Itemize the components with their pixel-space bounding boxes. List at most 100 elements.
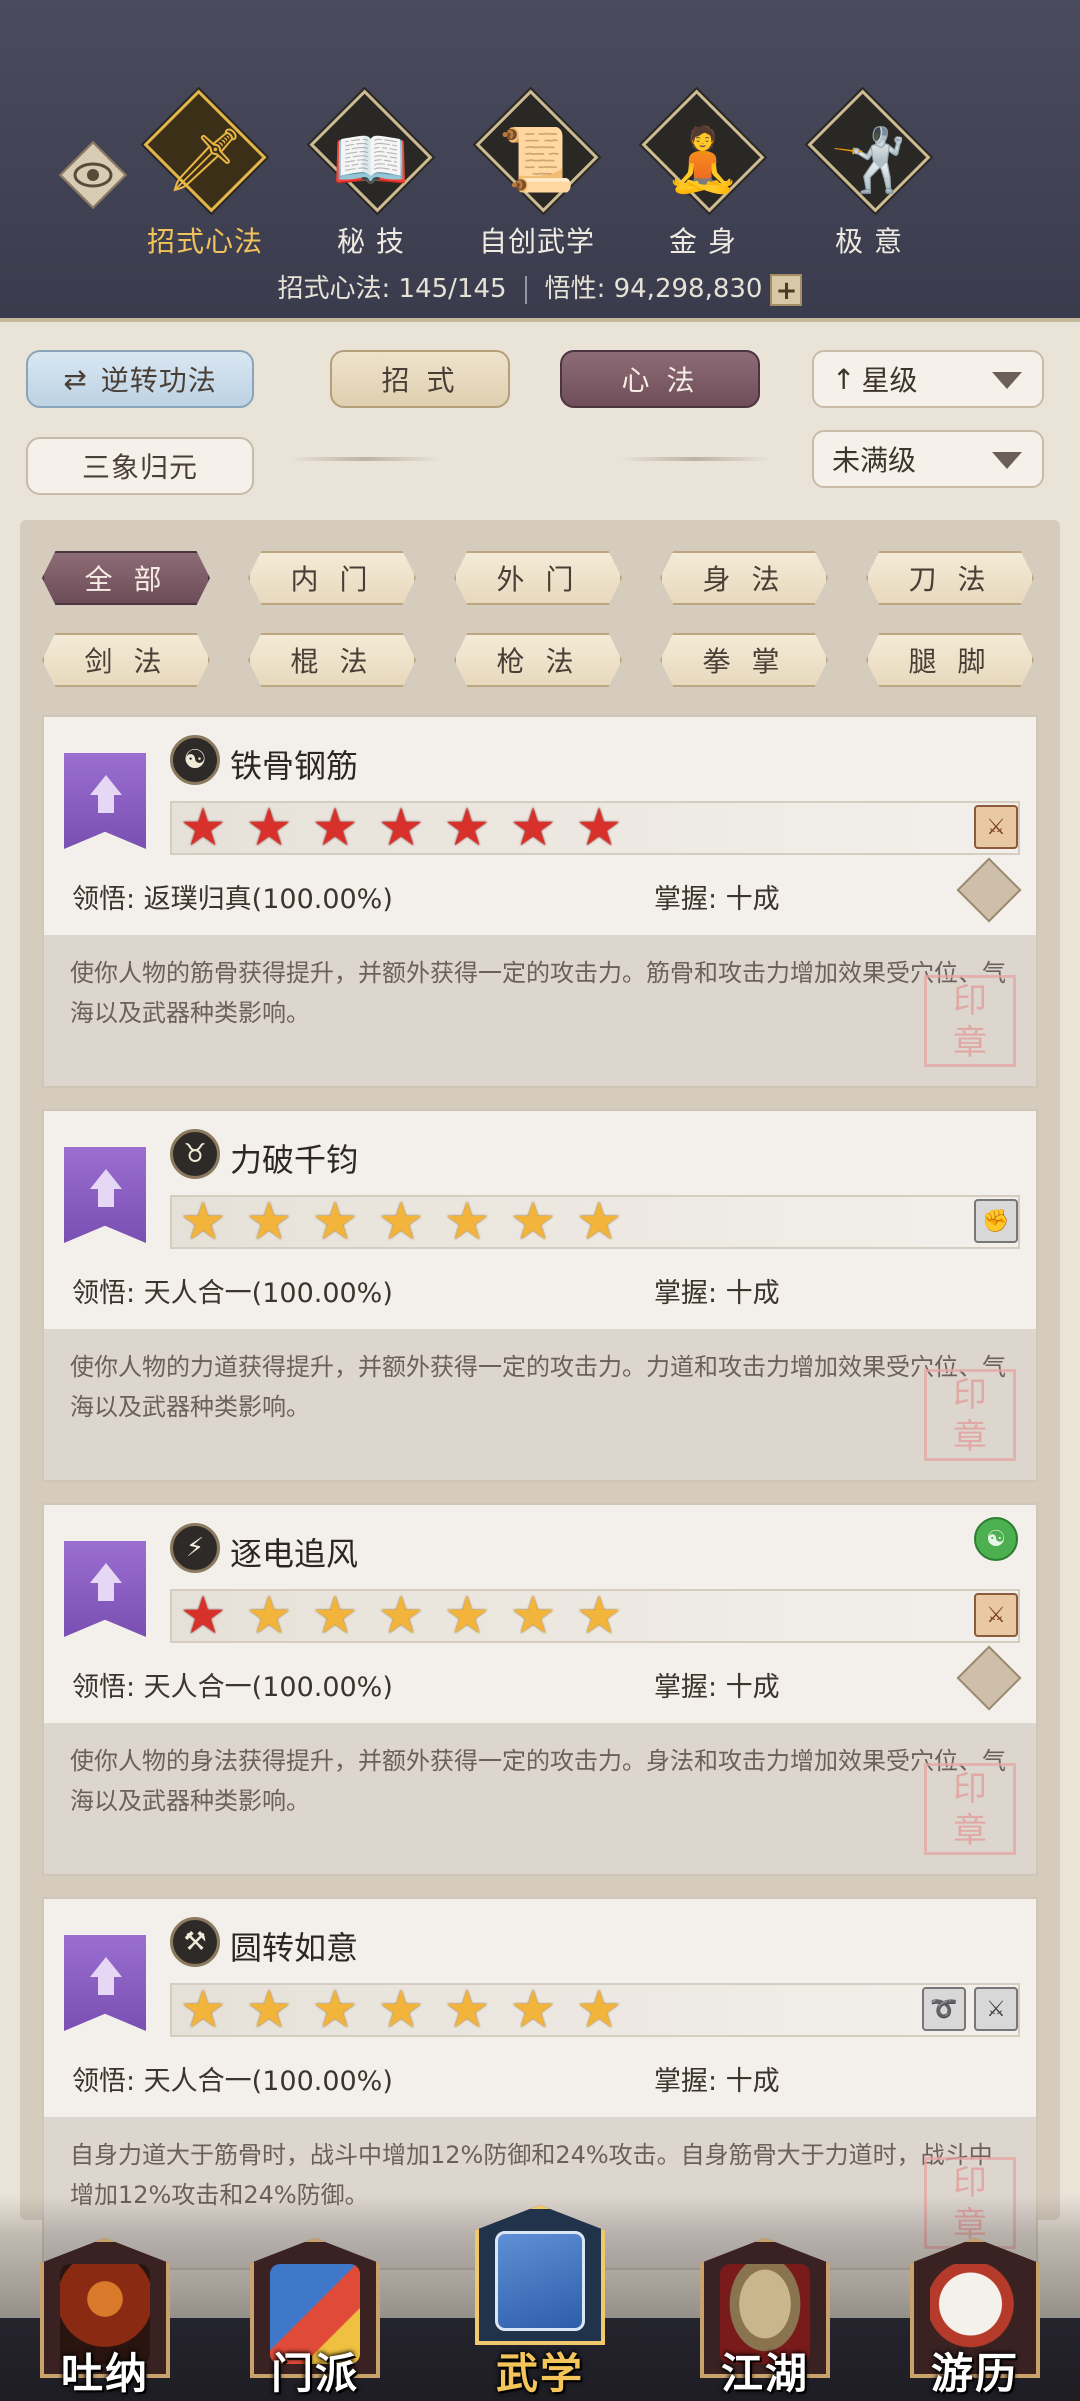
insight-text: 领悟: 返璞归真(100.00%)	[72, 884, 393, 915]
tab-techniques[interactable]: 🗡 招式心法	[130, 89, 280, 260]
tab-secret-skills[interactable]: 📖 秘 技	[296, 89, 446, 260]
weapon-type-icon: ⚔	[974, 1987, 1018, 2031]
spiral-emblem-icon	[956, 1645, 1022, 1711]
skill-description: 使你人物的筋骨获得提升，并额外获得一定的攻击力。筋骨和攻击力增加效果受穴位、气海…	[44, 935, 1036, 1086]
skill-name: 圆转如意	[230, 1929, 359, 1967]
red-star-icon: ★	[509, 798, 557, 858]
gold-star-icon: ★	[377, 1192, 425, 1252]
insight-text: 领悟: 天人合一(100.00%)	[72, 1672, 393, 1703]
manual-icon	[495, 2231, 585, 2331]
filter-fist[interactable]: 拳 掌	[660, 633, 828, 687]
star-rating: ★ ★ ★ ★ ★ ★ ★	[170, 1192, 632, 1252]
gold-star-icon: ★	[443, 1586, 491, 1646]
tab-mind-methods[interactable]: 心 法	[560, 350, 760, 408]
technique-count: 招式心法: 145/145	[277, 274, 507, 304]
gold-star-icon: ★	[245, 1980, 293, 2040]
gold-star-icon: ★	[179, 1980, 227, 2040]
chevron-down-icon	[992, 452, 1022, 469]
tab-label: 金 身	[669, 225, 737, 258]
red-star-icon: ★	[179, 1586, 227, 1646]
tab-label: 秘 技	[337, 225, 405, 258]
tab-custom-martial[interactable]: 📜 自创武学	[462, 89, 612, 260]
gold-star-icon: ★	[311, 1980, 359, 2040]
seal-stamp-icon: 印章	[924, 975, 1016, 1067]
skill-card[interactable]: ♉ 力破千钧 ★ ★ ★ ★ ★ ★ ★ ✊ 领悟: 天人合一(100.00%) 掌握: 十…	[42, 1109, 1038, 1482]
gold-star-icon: ★	[245, 1192, 293, 1252]
star-rating: ★ ★ ★ ★ ★ ★ ★	[170, 798, 632, 858]
skill-card[interactable]: ☯ 铁骨钢筋 ★ ★ ★ ★ ★ ★ ★ ⚔ 领悟: 返璞归真(100.00%) 掌握: 十…	[42, 715, 1038, 1088]
filter-outer[interactable]: 外 门	[454, 551, 622, 605]
mastery-text: 掌握: 十成	[654, 884, 780, 915]
red-star-icon: ★	[377, 798, 425, 858]
gold-star-icon: ★	[377, 1586, 425, 1646]
filter-kick[interactable]: 腿 脚	[866, 633, 1034, 687]
book-icon: 📖	[332, 123, 410, 196]
star-sort-select[interactable]: ↑ 星级	[812, 350, 1044, 408]
mastery-text: 掌握: 十成	[654, 1672, 780, 1703]
tab-label: 极 意	[835, 225, 903, 258]
fist-type-icon: ✊	[974, 1199, 1018, 1243]
filter-sword[interactable]: 剑 法	[42, 633, 210, 687]
divider-ornament	[290, 457, 440, 461]
skill-card[interactable]: ⚡ 逐电追风 ★ ★ ★ ★ ★ ★ ★ ☯ ⚔ 领悟: 天人合一(100.00%) 掌握:…	[42, 1503, 1038, 1876]
tab-golden-body[interactable]: 🧘 金 身	[628, 89, 778, 260]
upgrade-banner-icon[interactable]	[64, 1147, 146, 1243]
strength-icon: ♉	[170, 1129, 220, 1179]
divider-ornament	[620, 457, 770, 461]
skill-name: 逐电追风	[230, 1535, 359, 1573]
level-filter-select[interactable]: 未满级	[812, 430, 1044, 488]
nav-breathing[interactable]: 吐纳	[30, 2238, 180, 2401]
arrow-up-icon: ↑	[832, 362, 856, 396]
gold-star-icon: ★	[509, 1192, 557, 1252]
filter-blade[interactable]: 刀 法	[866, 551, 1034, 605]
three-elements-button[interactable]: 三象归元	[26, 437, 254, 495]
nav-jianghu[interactable]: 江湖	[690, 2238, 840, 2401]
gold-star-icon: ★	[575, 1586, 623, 1646]
upgrade-banner-icon[interactable]	[64, 1935, 146, 2031]
gold-star-icon: ★	[443, 1192, 491, 1252]
weapon-type-icon: ⚔	[974, 805, 1018, 849]
nav-travel[interactable]: 游历	[900, 2238, 1050, 2401]
swirl-type-icon: ➰	[922, 1987, 966, 2031]
gold-star-icon: ★	[245, 1586, 293, 1646]
gold-star-icon: ★	[575, 1192, 623, 1252]
gold-star-icon: ★	[311, 1192, 359, 1252]
red-star-icon: ★	[311, 798, 359, 858]
tab-label: 自创武学	[478, 225, 595, 258]
filter-agility[interactable]: 身 法	[660, 551, 828, 605]
insight-text: 领悟: 天人合一(100.00%)	[72, 2066, 393, 2097]
gold-star-icon: ★	[179, 1192, 227, 1252]
scroll-icon: 📜	[498, 123, 576, 196]
star-rating: ★ ★ ★ ★ ★ ★ ★	[170, 1586, 632, 1646]
filter-spear[interactable]: 枪 法	[454, 633, 622, 687]
nav-sect[interactable]: 门派	[240, 2238, 390, 2401]
gold-star-icon: ★	[377, 1980, 425, 2040]
tab-moves[interactable]: 招 式	[330, 350, 510, 408]
meditation-icon: 🧘	[664, 123, 742, 196]
upgrade-banner-icon[interactable]	[64, 1541, 146, 1637]
add-comprehension-button[interactable]: +	[770, 273, 803, 306]
filter-inner[interactable]: 内 门	[248, 551, 416, 605]
filter-all[interactable]: 全 部	[42, 551, 210, 605]
nav-martial-arts[interactable]: 武学	[465, 2205, 615, 2398]
gold-star-icon: ★	[575, 1980, 623, 2040]
seal-stamp-icon: 印章	[924, 1763, 1016, 1855]
weapon-type-icon: ⚔	[974, 1593, 1018, 1637]
view-toggle-button[interactable]	[58, 140, 128, 210]
eye-icon	[73, 162, 113, 188]
tab-ultimate[interactable]: 🤺 极 意	[794, 89, 944, 260]
boot-icon: ⚡	[170, 1523, 220, 1573]
martial-pose-icon: 🤺	[830, 123, 908, 196]
gold-star-icon: ★	[509, 1980, 557, 2040]
skill-name: 铁骨钢筋	[230, 747, 359, 785]
skill-description: 使你人物的身法获得提升，并额外获得一定的攻击力。身法和攻击力增加效果受穴位、气海…	[44, 1723, 1036, 1874]
gold-star-icon: ★	[311, 1586, 359, 1646]
star-rating: ★ ★ ★ ★ ★ ★ ★	[170, 1980, 632, 2040]
red-star-icon: ★	[575, 798, 623, 858]
mastery-text: 掌握: 十成	[654, 1278, 780, 1309]
filter-staff[interactable]: 棍 法	[248, 633, 416, 687]
skill-name: 力破千钧	[230, 1141, 359, 1179]
upgrade-banner-icon[interactable]	[64, 753, 146, 849]
reverse-skill-button[interactable]: ⇄ 逆转功法	[26, 350, 254, 408]
skill-description: 使你人物的力道获得提升，并额外获得一定的攻击力。力道和攻击力增加效果受穴位、气海…	[44, 1329, 1036, 1480]
